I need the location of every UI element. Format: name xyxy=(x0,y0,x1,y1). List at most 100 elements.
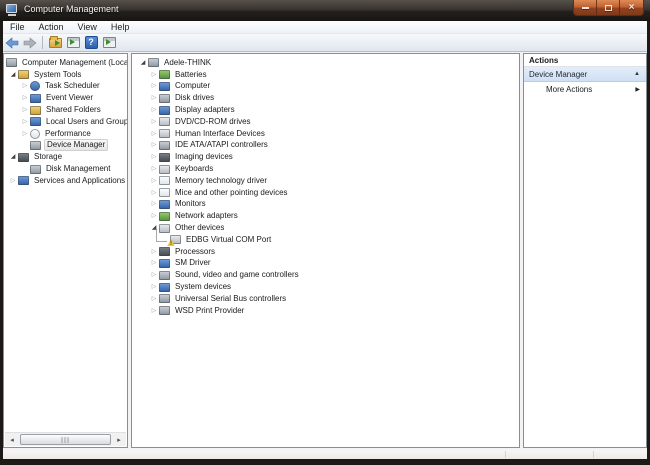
expand-arrow-icon[interactable]: ▷ xyxy=(149,71,159,79)
expand-arrow-icon[interactable]: ▷ xyxy=(149,307,159,315)
tree-item-system-tools[interactable]: ◢ System Tools xyxy=(4,69,127,81)
tree-item-sound-video-game[interactable]: ▷ Sound, video and game controllers xyxy=(132,269,519,281)
title-bar: Computer Management × xyxy=(0,0,650,21)
expand-arrow-icon[interactable]: ▷ xyxy=(149,283,159,291)
expand-arrow-icon[interactable]: ▷ xyxy=(149,130,159,138)
expand-arrow-icon[interactable]: ◢ xyxy=(138,59,148,67)
expand-arrow-icon[interactable]: ▷ xyxy=(149,118,159,126)
expand-arrow-icon[interactable]: ▷ xyxy=(149,271,159,279)
show-action-pane-button-2[interactable] xyxy=(100,35,118,51)
tree-item-services-and-applications[interactable]: ▷ Services and Applications xyxy=(4,175,127,187)
system-devices-icon xyxy=(159,282,170,292)
tree-item-shared-folders[interactable]: ▷ Shared Folders xyxy=(4,104,127,116)
tree-item-usb-controllers[interactable]: ▷ Universal Serial Bus controllers xyxy=(132,293,519,305)
tree-item-human-interface-devices[interactable]: ▷ Human Interface Devices xyxy=(132,128,519,140)
tree-item-computer-management[interactable]: Computer Management (Local xyxy=(4,57,127,69)
tree-item-mice[interactable]: ▷ Mice and other pointing devices xyxy=(132,187,519,199)
tree-item-performance[interactable]: ▷ Performance xyxy=(4,128,127,140)
scroll-right-arrow-icon[interactable]: ▸ xyxy=(112,434,126,446)
dvd-drive-icon xyxy=(159,117,170,127)
expand-arrow-icon[interactable]: ▷ xyxy=(149,177,159,185)
printer-icon xyxy=(159,306,170,316)
close-button[interactable]: × xyxy=(620,0,643,15)
expand-arrow-icon[interactable]: ▷ xyxy=(20,82,30,90)
tree-item-ide-controllers[interactable]: ▷ IDE ATA/ATAPI controllers xyxy=(132,140,519,152)
tree-item-edbg-virtual-com-port[interactable]: EDBG Virtual COM Port xyxy=(132,234,519,247)
expand-arrow-icon[interactable]: ▷ xyxy=(20,130,30,138)
tree-item-other-devices[interactable]: ◢ Other devices xyxy=(132,222,519,234)
expand-arrow-icon[interactable]: ▷ xyxy=(149,82,159,90)
expand-arrow-icon[interactable]: ▷ xyxy=(149,200,159,208)
tree-item-imaging-devices[interactable]: ▷ Imaging devices xyxy=(132,151,519,163)
more-actions-item[interactable]: More Actions ▶ xyxy=(524,82,646,97)
expand-arrow-icon[interactable]: ▷ xyxy=(20,106,30,114)
menu-action[interactable]: Action xyxy=(32,21,71,34)
help-button[interactable]: ? xyxy=(82,35,100,51)
expand-arrow-icon[interactable]: ▷ xyxy=(149,141,159,149)
expand-arrow-icon[interactable]: ▷ xyxy=(149,259,159,267)
expand-arrow-icon[interactable]: ▷ xyxy=(20,118,30,126)
tree-item-local-users-and-groups[interactable]: ▷ Local Users and Groups xyxy=(4,116,127,128)
expand-arrow-icon[interactable]: ▷ xyxy=(149,165,159,173)
tree-item-processors[interactable]: ▷ Processors xyxy=(132,246,519,258)
maximize-icon xyxy=(604,4,612,11)
tree-item-wsd-print-provider[interactable]: ▷ WSD Print Provider xyxy=(132,305,519,317)
tree-item-device-manager[interactable]: Device Manager xyxy=(4,139,127,152)
disk-drives-icon xyxy=(159,93,170,103)
tree-item-label: Other devices xyxy=(175,223,225,233)
tree-item-monitors[interactable]: ▷ Monitors xyxy=(132,199,519,211)
tree-item-system-devices[interactable]: ▷ System devices xyxy=(132,281,519,293)
scrollbar-thumb[interactable] xyxy=(20,434,111,445)
tree-item-label: Computer xyxy=(175,81,211,91)
expand-arrow-icon[interactable]: ◢ xyxy=(8,153,18,161)
menu-file[interactable]: File xyxy=(3,21,32,34)
collapse-section-icon[interactable]: ▲ xyxy=(634,71,640,77)
tree-item-label: Local Users and Groups xyxy=(46,116,127,126)
expand-arrow-icon[interactable]: ▷ xyxy=(8,177,18,185)
tree-item-dvd-cdrom-drives[interactable]: ▷ DVD/CD-ROM drives xyxy=(132,116,519,128)
sound-icon xyxy=(159,270,170,280)
tree-item-network-adapters[interactable]: ▷ Network adapters xyxy=(132,210,519,222)
tree-item-computer-root[interactable]: ◢ Adele-THINK xyxy=(132,57,519,69)
tree-item-display-adapters[interactable]: ▷ Display adapters xyxy=(132,104,519,116)
tree-item-sm-driver[interactable]: ▷ SM Driver xyxy=(132,258,519,270)
expand-arrow-icon[interactable]: ◢ xyxy=(8,71,18,79)
tree-item-computer-category[interactable]: ▷ Computer xyxy=(132,81,519,93)
other-devices-icon xyxy=(159,223,170,233)
tree-item-event-viewer[interactable]: ▷ Event Viewer xyxy=(4,92,127,104)
help-icon: ? xyxy=(84,36,98,49)
show-console-tree-button[interactable] xyxy=(46,35,64,51)
tree-item-keyboards[interactable]: ▷ Keyboards xyxy=(132,163,519,175)
tree-item-label: Network adapters xyxy=(175,211,238,221)
task-scheduler-icon xyxy=(30,81,40,92)
forward-button[interactable] xyxy=(21,35,39,51)
tree-item-label: Imaging devices xyxy=(175,152,233,162)
tree-item-disk-drives[interactable]: ▷ Disk drives xyxy=(132,92,519,104)
expand-arrow-icon[interactable]: ▷ xyxy=(149,106,159,114)
expand-arrow-icon[interactable]: ▷ xyxy=(149,212,159,220)
expand-arrow-icon[interactable]: ▷ xyxy=(149,94,159,102)
maximize-button[interactable] xyxy=(597,0,620,15)
actions-section-device-manager[interactable]: Device Manager ▲ xyxy=(524,67,646,82)
expand-arrow-icon[interactable]: ▷ xyxy=(20,94,30,102)
expand-arrow-icon[interactable]: ▷ xyxy=(149,189,159,197)
mouse-icon xyxy=(159,188,170,198)
expand-arrow-icon[interactable]: ▷ xyxy=(149,153,159,161)
tree-item-label: Shared Folders xyxy=(46,105,101,115)
minimize-icon xyxy=(581,6,589,9)
tree-item-disk-management[interactable]: Disk Management xyxy=(4,163,127,175)
tree-item-task-scheduler[interactable]: ▷ Task Scheduler xyxy=(4,81,127,93)
show-action-pane-button[interactable] xyxy=(64,35,82,51)
tree-item-batteries[interactable]: ▷ Batteries xyxy=(132,69,519,81)
tree-item-storage[interactable]: ◢ Storage xyxy=(4,151,127,163)
expand-arrow-icon[interactable]: ▷ xyxy=(149,295,159,303)
menu-help[interactable]: Help xyxy=(104,21,137,34)
expand-arrow-icon[interactable]: ▷ xyxy=(149,248,159,256)
menu-view[interactable]: View xyxy=(71,21,104,34)
back-button[interactable] xyxy=(3,35,21,51)
minimize-button[interactable] xyxy=(574,0,597,15)
horizontal-scrollbar[interactable]: ◂ ▸ xyxy=(5,432,126,446)
expand-arrow-icon[interactable]: ◢ xyxy=(149,224,159,232)
tree-item-memory-technology-driver[interactable]: ▷ Memory technology driver xyxy=(132,175,519,187)
scroll-left-arrow-icon[interactable]: ◂ xyxy=(5,434,19,446)
